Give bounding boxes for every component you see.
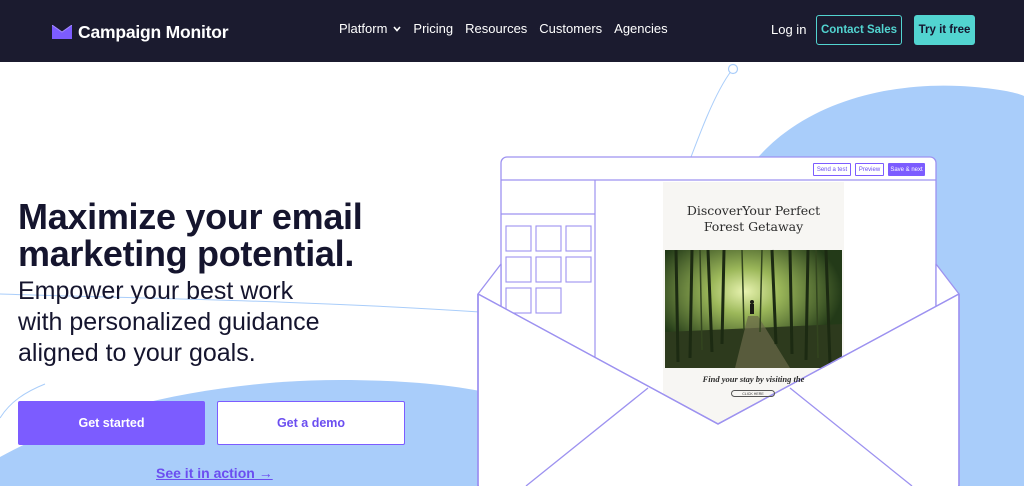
hero-subheading: Empower your best work with personalized… bbox=[18, 276, 438, 369]
save-next-button[interactable]: Save & next bbox=[888, 163, 925, 176]
send-test-button[interactable]: Send a test bbox=[813, 163, 851, 176]
brand-name: Campaign Monitor bbox=[78, 21, 229, 42]
nav-pricing[interactable]: Pricing bbox=[413, 21, 453, 36]
chevron-down-icon bbox=[393, 25, 402, 32]
nav-platform-label: Platform bbox=[339, 21, 388, 36]
hero-headline-line1: Maximize your email bbox=[18, 196, 363, 237]
hero-headline-line2: marketing potential. bbox=[18, 233, 355, 274]
see-it-in-action-link[interactable]: See it in action → bbox=[156, 465, 273, 481]
contact-sales-button[interactable]: Contact Sales bbox=[816, 15, 902, 45]
hero-section: Send a test Preview Save & next Discover… bbox=[0, 62, 1024, 486]
hero-subheading-line1: Empower your best work bbox=[18, 277, 294, 305]
email-heading-line1: DiscoverYour Perfect bbox=[686, 203, 821, 218]
try-free-button[interactable]: Try it free bbox=[914, 15, 975, 45]
nav-platform[interactable]: Platform bbox=[339, 21, 402, 36]
email-heading-line2: Forest Getaway bbox=[703, 219, 804, 234]
email-tagline: Find your stay by visiting the bbox=[702, 374, 805, 384]
hero-subheading-line2: with personalized guidance bbox=[18, 308, 320, 336]
email-cta-button: CLICK HERE bbox=[731, 390, 775, 397]
login-link[interactable]: Log in bbox=[771, 22, 806, 37]
nav-customers[interactable]: Customers bbox=[539, 21, 602, 36]
preview-button[interactable]: Preview bbox=[855, 163, 884, 176]
hero-subheading-line3: aligned to your goals. bbox=[18, 339, 256, 367]
get-started-button[interactable]: Get started bbox=[18, 401, 205, 445]
forest-photo bbox=[665, 249, 842, 368]
nav-agencies[interactable]: Agencies bbox=[614, 21, 667, 36]
decor-node bbox=[727, 63, 739, 75]
get-demo-button[interactable]: Get a demo bbox=[217, 401, 405, 445]
brand-logo[interactable]: Campaign Monitor bbox=[52, 19, 229, 45]
email-heading: DiscoverYour Perfect Forest Getaway bbox=[663, 203, 844, 235]
envelope-logo-icon bbox=[52, 25, 72, 39]
nav-links: Platform Pricing Resources Customers Age… bbox=[339, 21, 680, 36]
nav-resources[interactable]: Resources bbox=[465, 21, 527, 36]
top-nav: Campaign Monitor Platform Pricing Resour… bbox=[0, 0, 1024, 62]
hero-headline: Maximize your email marketing potential. bbox=[18, 198, 478, 272]
